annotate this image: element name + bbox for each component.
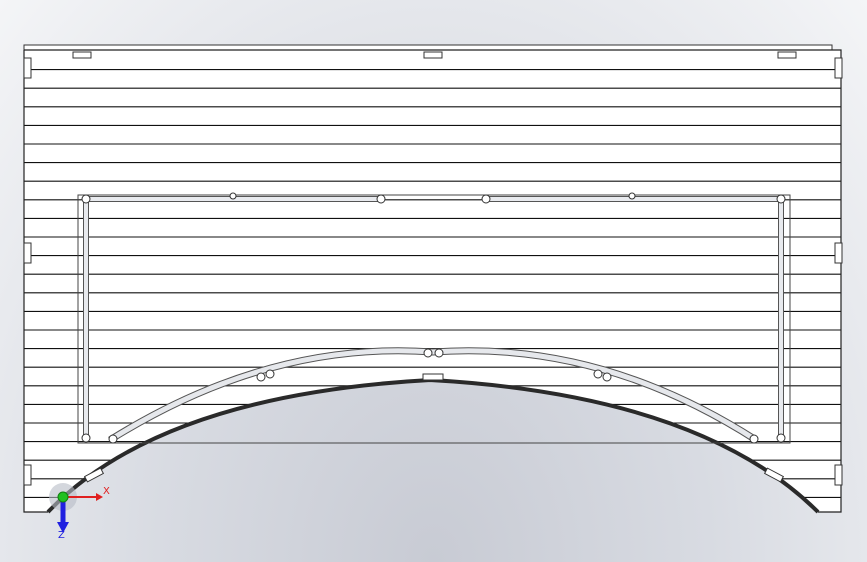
z-axis-label: Z: [58, 530, 65, 541]
x-axis-label: X: [103, 486, 110, 497]
y-axis-dot: [57, 491, 69, 503]
cad-viewport[interactable]: X Z: [0, 0, 867, 562]
x-axis-arrowhead: [96, 493, 103, 501]
drawing-canvas[interactable]: [0, 0, 867, 562]
coordinate-triad[interactable]: [49, 483, 103, 533]
